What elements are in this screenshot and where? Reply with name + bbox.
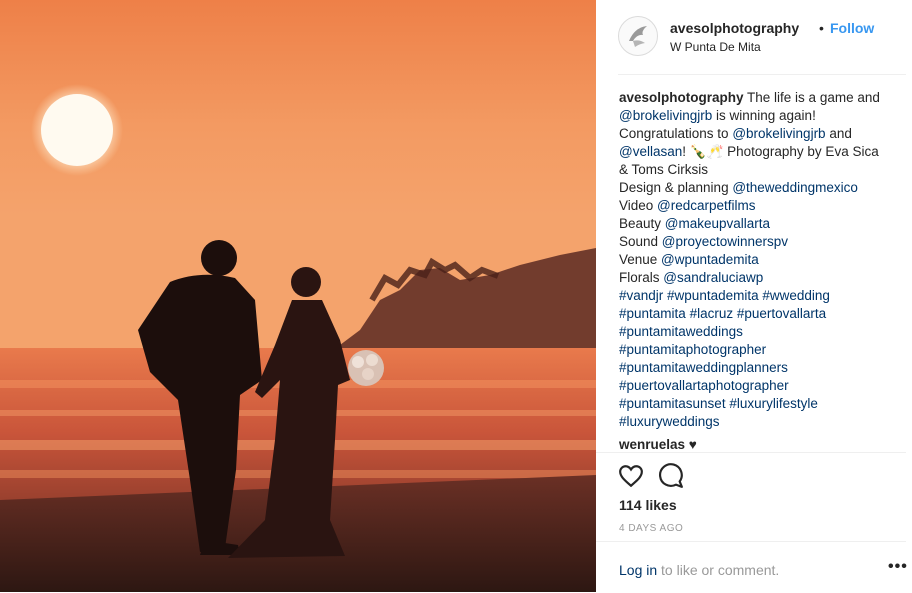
caption-username[interactable]: avesolphotography [619,90,744,105]
header-username[interactable]: avesolphotography [670,20,799,36]
caption-text: Design & planning [619,180,733,195]
mention-link[interactable]: @brokelivingjrb [619,108,712,123]
caption-text: & Toms Cirksis [619,162,709,177]
caption-text: and [825,126,852,141]
more-options-icon[interactable]: ••• [888,558,908,576]
mention-link[interactable]: @sandraluciawp [663,270,763,285]
caption-text: Venue [619,252,662,267]
caption-line: @vellasan! 🍾🥂 Photography by Eva Sica [619,143,891,161]
caption-line: Beauty @makeupvallarta [619,215,891,233]
caption-line: #puntamitaweddings [619,323,891,341]
bird-logo-icon [629,26,647,47]
mention-link[interactable]: @vellasan [619,144,682,159]
hashtag-link[interactable]: #vandjr [619,288,663,303]
caption-line: #puntamita #lacruz #puertovallarta [619,305,891,323]
follow-button[interactable]: Follow [830,20,874,36]
caption-text: Beauty [619,216,665,231]
hashtag-link[interactable]: #luxurylifestyle [729,396,818,411]
hashtag-link[interactable]: #puntamitaweddings [619,324,743,339]
post-actions: 114 likes 4 DAYS AGO [596,452,906,543]
mention-link[interactable]: @brokelivingjrb [732,126,825,141]
hashtag-link[interactable]: #puntamitasunset [619,396,726,411]
caption-line: #puntamitaweddingplanners [619,359,891,377]
hashtag-link[interactable]: #lacruz [690,306,734,321]
mention-link[interactable]: @theweddingmexico [732,180,858,195]
comment-text: ♥ [685,437,697,452]
post-header: avesolphotography • Follow W Punta De Mi… [618,16,906,75]
caption-text: Florals [619,270,664,285]
sunset-wedding-photo [0,0,596,592]
caption-line: #puntamitasunset #luxurylifestyle [619,395,891,413]
post-side-panel: avesolphotography • Follow W Punta De Mi… [596,0,912,592]
hashtag-link[interactable]: #puntamita [619,306,686,321]
hashtag-link[interactable]: #wpuntademita [667,288,759,303]
hashtag-link[interactable]: #wwedding [762,288,830,303]
separator-dot: • [819,20,824,36]
hashtag-link[interactable]: #puntamitaphotographer [619,342,766,357]
caption-line: Congratulations to @brokelivingjrb and [619,125,891,143]
mention-link[interactable]: @makeupvallarta [665,216,770,231]
location-link[interactable]: W Punta De Mita [670,40,761,54]
caption-text: Video [619,198,658,213]
post-caption: avesolphotography The life is a game and… [619,89,891,431]
hashtag-link[interactable]: #puntamitaweddingplanners [619,360,788,375]
caption-line: #luxuryweddings [619,413,891,431]
caption-line: #puertovallartaphotographer [619,377,891,395]
caption-line: avesolphotography The life is a game and [619,89,891,107]
post-footer: Log in to like or comment. ••• [596,541,908,593]
login-link[interactable]: Log in [619,562,657,578]
mention-link[interactable]: @redcarpetfilms [657,198,755,213]
hashtag-link[interactable]: #puertovallartaphotographer [619,378,789,393]
mention-link[interactable]: @wpuntademita [661,252,759,267]
likes-count[interactable]: 114 likes [619,497,677,513]
caption-line: #vandjr #wpuntademita #wwedding [619,287,891,305]
caption-line: Venue @wpuntademita [619,251,891,269]
caption-line: & Toms Cirksis [619,161,891,179]
caption-seg: The life is a game and [743,90,880,105]
mention-link[interactable]: @proyectowinnerspv [662,234,788,249]
comment-username[interactable]: wenruelas [619,437,685,452]
avatar[interactable] [618,16,658,56]
heart-outline-icon[interactable] [618,463,644,489]
post-timestamp[interactable]: 4 DAYS AGO [619,523,683,534]
comment-bubble-icon[interactable] [658,463,684,489]
caption-line: @brokelivingjrb is winning again! [619,107,891,125]
caption-line: Florals @sandraluciawp [619,269,891,287]
caption-text: Sound [619,234,662,249]
caption-text: ! 🍾🥂 Photography by Eva Sica [682,144,879,159]
caption-text: is winning again! [712,108,816,123]
caption-line: #puntamitaphotographer [619,341,891,359]
login-rest: to like or comment. [657,562,780,578]
caption-line: Sound @proyectowinnerspv [619,233,891,251]
caption-line: Design & planning @theweddingmexico [619,179,891,197]
caption-line: Video @redcarpetfilms [619,197,891,215]
caption-text: Congratulations to [619,126,733,141]
login-prompt: Log in to like or comment. [619,562,779,578]
post-photo[interactable] [0,0,596,592]
hashtag-link[interactable]: #luxuryweddings [619,414,720,429]
hashtag-link[interactable]: #puertovallarta [737,306,826,321]
